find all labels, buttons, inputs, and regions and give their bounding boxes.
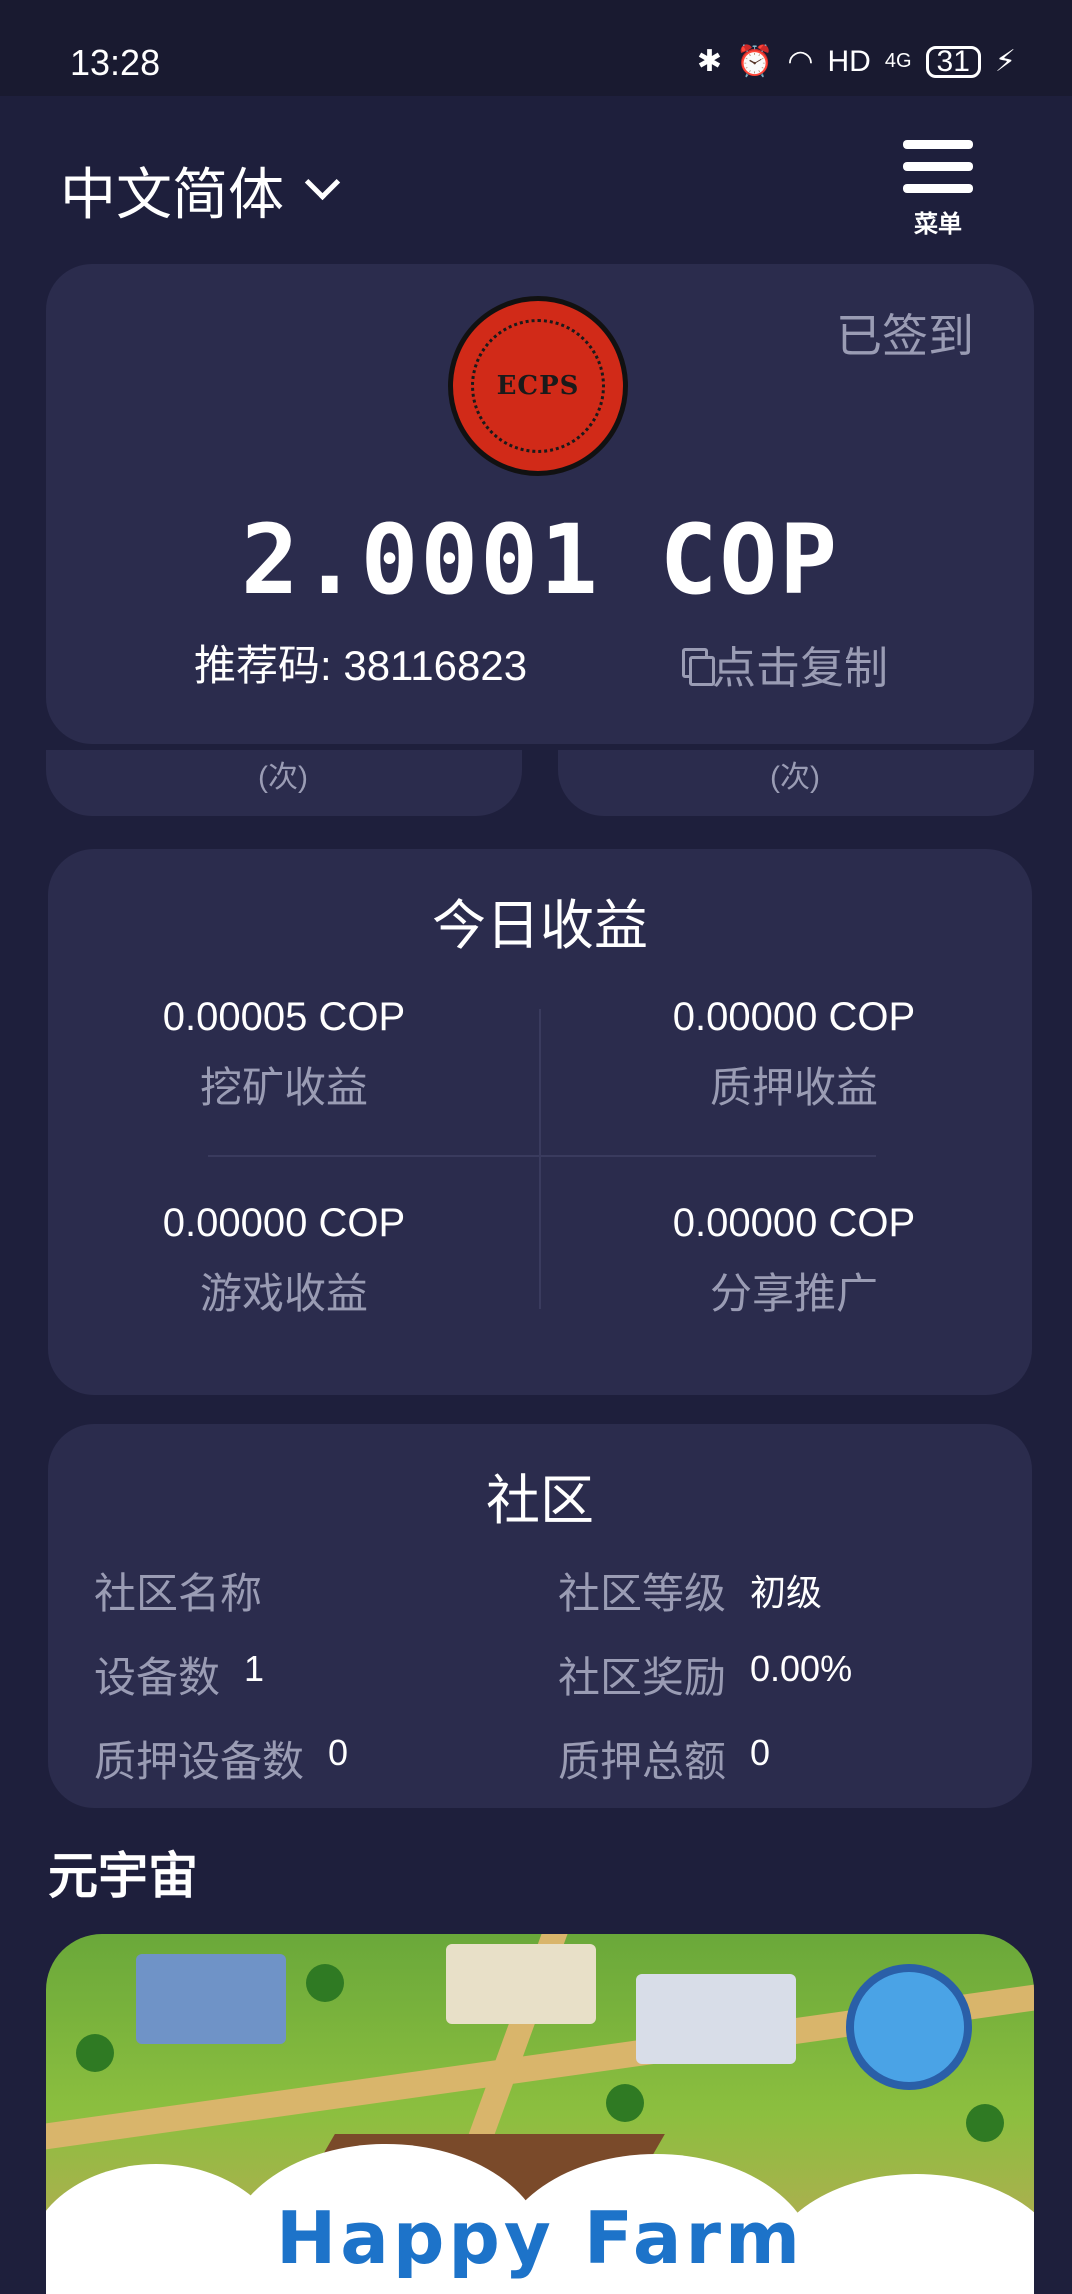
hd-label: HD [827, 44, 871, 78]
language-selector[interactable]: 中文简体 [60, 150, 341, 231]
referral-code: 推荐码: 38116823 [194, 642, 528, 689]
community-reward-value: 0.00% [750, 1648, 853, 1689]
banner-building [636, 1974, 796, 2064]
staked-devices-key: 质押设备数 [94, 1738, 305, 1785]
mining-income-value: 0.00005 COP [162, 995, 406, 1039]
times-label-right: (次) [770, 761, 820, 794]
banner-building [446, 1944, 596, 2024]
community-reward-key: 社区奖励 [558, 1654, 727, 1701]
community-title: 社区 [486, 1471, 594, 1531]
balance-amount: 2.0001 COP [241, 504, 839, 616]
status-bar: 13:28 ✱ ⏰ ◠ HD 4G 31 ⚡ [0, 0, 1072, 96]
signed-in-status[interactable]: 已签到 [836, 300, 974, 366]
share-income: 0.00000 COP 分享推广 [594, 1201, 994, 1321]
battery-icon: 31 [925, 45, 981, 78]
mining-income-label: 挖矿收益 [199, 1064, 368, 1111]
game-income: 0.00000 COP 游戏收益 [84, 1201, 484, 1321]
times-label-left: (次) [258, 761, 308, 794]
divider-horizontal [208, 1155, 876, 1157]
copy-icon [682, 648, 715, 686]
copy-label: 点击复制 [712, 644, 888, 693]
menu-label: 菜单 [914, 211, 962, 238]
devices-value: 1 [244, 1648, 265, 1689]
share-income-label: 分享推广 [709, 1270, 878, 1317]
account-card: 已签到 ECPS 2.0001 COP 推荐码: 38116823 点击复制 [46, 264, 1034, 744]
community-name-key: 社区名称 [94, 1570, 263, 1617]
staking-income: 0.00000 COP 质押收益 [594, 995, 994, 1115]
banner-tree [76, 2034, 114, 2072]
staked-total-value: 0 [750, 1732, 771, 1773]
share-income-value: 0.00000 COP [672, 1201, 916, 1245]
ecps-logo: ECPS [448, 296, 628, 476]
divider-vertical [539, 1009, 541, 1309]
hamburger-icon-bar [903, 184, 973, 193]
hamburger-icon-bar [903, 162, 973, 171]
banner-title: Happy Farm [275, 2196, 804, 2280]
mining-income: 0.00005 COP 挖矿收益 [84, 995, 484, 1115]
signal-4g-label: 4G [884, 50, 912, 72]
bluetooth-icon: ✱ [696, 45, 722, 78]
language-label: 中文简体 [60, 163, 284, 226]
game-income-value: 0.00000 COP [162, 1201, 406, 1245]
today-income-card: 今日收益 0.00005 COP 挖矿收益 0.00000 COP 质押收益 0… [48, 849, 1032, 1395]
staked-total-key: 质押总额 [558, 1738, 727, 1785]
banner-tree [966, 2104, 1004, 2142]
staking-income-label: 质押收益 [709, 1064, 878, 1111]
staked-devices-value: 0 [328, 1732, 349, 1773]
happy-farm-banner[interactable]: Happy Farm [46, 1934, 1034, 2294]
game-income-label: 游戏收益 [199, 1270, 368, 1317]
menu-button[interactable]: 菜单 [903, 140, 973, 239]
copy-button[interactable]: 点击复制 [682, 632, 888, 696]
wifi-icon: ◠ [787, 45, 814, 78]
alarm-icon: ⏰ [735, 45, 774, 78]
chevron-down-icon [304, 164, 341, 201]
community-card: 社区 社区名称 社区等级 初级 设备数 1 社区奖励 0.00% 质押设备数 0… [48, 1424, 1032, 1808]
charging-icon: ⚡ [994, 45, 1016, 78]
banner-building [136, 1954, 286, 2044]
status-time: 13:28 [70, 42, 161, 83]
card-notch [522, 750, 558, 816]
banner-portal [846, 1964, 972, 2090]
devices-key: 设备数 [94, 1654, 221, 1701]
income-title: 今日收益 [432, 896, 648, 956]
metaverse-title: 元宇宙 [48, 1848, 198, 1904]
community-level-value: 初级 [750, 1572, 823, 1613]
staking-income-value: 0.00000 COP [672, 995, 916, 1039]
banner-tree [606, 2084, 644, 2122]
status-icons: ✱ ⏰ ◠ HD 4G 31 ⚡ [697, 44, 1016, 79]
logo-ring [471, 319, 605, 453]
hamburger-icon [903, 140, 973, 149]
community-level-key: 社区等级 [558, 1570, 727, 1617]
banner-tree [306, 1964, 344, 2002]
